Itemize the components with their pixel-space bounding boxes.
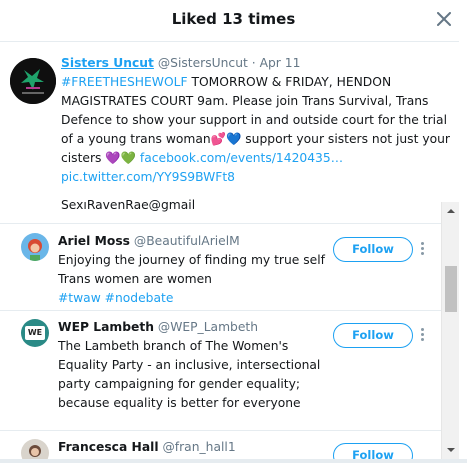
avatar[interactable]: WE: [21, 319, 49, 347]
likers-list: Ariel Moss @BeautifulArielM Enjoying the…: [0, 225, 441, 459]
francesca-avatar-image: [21, 439, 49, 459]
scroll-down-arrow-icon[interactable]: [442, 441, 460, 459]
tweet-author-name[interactable]: Sisters Uncut: [61, 56, 154, 70]
user-bio: The Lambeth branch of The Women's Equali…: [58, 339, 321, 410]
tweet-author-avatar[interactable]: [10, 58, 56, 104]
modal-edge: [459, 0, 467, 459]
close-icon: [437, 12, 451, 26]
user-handle[interactable]: @fran_hall1: [163, 440, 236, 454]
green-heart-emoji: 💚: [120, 151, 136, 165]
tweet-header: Sisters Uncut @SistersUncut · Apr 11: [61, 54, 459, 73]
user-bio: Enjoying the journey of finding my true …: [58, 253, 325, 286]
user-info: WEP Lambeth @WEP_Lambeth The Lambeth bra…: [58, 318, 328, 413]
tweet-separator: ·: [251, 56, 256, 70]
two-hearts-emoji: 💕: [210, 132, 227, 146]
user-handle[interactable]: @BeautifulArielM: [134, 234, 240, 248]
tweet-text: #FREETHESHEWOLF TOMORROW & FRIDAY, HENDO…: [61, 73, 459, 168]
likes-modal: Liked 13 times Sisters Uncut @SistersUnc…: [0, 0, 467, 459]
tweet-facebook-link[interactable]: facebook.com/events/1420435…: [136, 151, 343, 165]
liked-tweet[interactable]: Sisters Uncut @SistersUncut · Apr 11 #FR…: [0, 42, 467, 224]
user-info: Ariel Moss @BeautifulArielM Enjoying the…: [58, 232, 328, 308]
sisters-uncut-logo: [10, 58, 56, 104]
tweet-pic-link[interactable]: pic.twitter.com/YY9S9BWFt8: [61, 170, 235, 184]
list-item[interactable]: Ariel Moss @BeautifulArielM Enjoying the…: [0, 225, 441, 311]
follow-button[interactable]: Follow: [333, 443, 413, 459]
scroll-up-arrow-icon[interactable]: [442, 202, 460, 220]
modal-header: Liked 13 times: [0, 0, 467, 42]
user-name[interactable]: Ariel Moss: [58, 234, 130, 248]
modal-title: Liked 13 times: [171, 10, 296, 28]
ariel-avatar-image: [21, 233, 49, 261]
user-bio-hashtags[interactable]: #twaw #nodebate: [58, 289, 328, 308]
user-info: Francesca Hall @fran_hall1: [58, 438, 328, 457]
more-vertical-icon[interactable]: [419, 242, 425, 256]
avatar[interactable]: [21, 233, 49, 261]
list-item[interactable]: WE WEP Lambeth @WEP_Lambeth The Lambeth …: [0, 311, 441, 431]
tweet-hashtag[interactable]: #FREETHESHEWOLF: [61, 75, 188, 89]
scrollbar[interactable]: [441, 202, 459, 459]
user-handle[interactable]: @WEP_Lambeth: [158, 320, 258, 334]
scrollbar-thumb[interactable]: [445, 266, 457, 312]
tweet-date[interactable]: Apr 11: [260, 56, 301, 70]
wep-logo-text: WE: [27, 328, 43, 337]
list-item[interactable]: Francesca Hall @fran_hall1 Follow: [0, 431, 441, 459]
tweet-author-handle[interactable]: @SistersUncut: [158, 56, 248, 70]
user-name[interactable]: Francesca Hall: [58, 440, 159, 454]
tweet-footer-text: SexıRavenRae@gmail: [61, 198, 196, 212]
tweet-body: Sisters Uncut @SistersUncut · Apr 11 #FR…: [61, 54, 459, 187]
follow-button[interactable]: Follow: [333, 237, 413, 262]
purple-heart-emoji: 💜: [105, 151, 121, 165]
more-vertical-icon[interactable]: [419, 328, 425, 342]
follow-button[interactable]: Follow: [333, 323, 413, 348]
user-name[interactable]: WEP Lambeth: [58, 320, 154, 334]
avatar[interactable]: [21, 439, 49, 459]
close-button[interactable]: [437, 9, 453, 29]
blue-heart-emoji: 💙: [226, 132, 242, 146]
